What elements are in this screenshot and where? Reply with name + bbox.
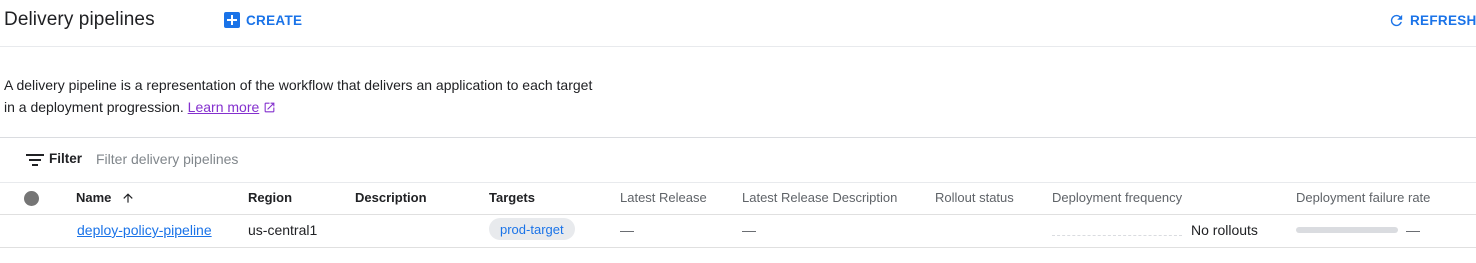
deployment-frequency-cell: No rollouts: [1191, 222, 1258, 238]
learn-more-link[interactable]: Learn more: [188, 99, 260, 115]
description-text: A delivery pipeline is a representation …: [4, 77, 593, 115]
create-button[interactable]: CREATE: [224, 9, 302, 31]
column-header-latest-release: Latest Release: [620, 190, 707, 205]
refresh-icon: [1388, 12, 1405, 29]
deployment-failure-rate-cell: —: [1406, 222, 1420, 238]
column-header-latest-release-description: Latest Release Description: [742, 190, 898, 205]
refresh-button-label: REFRESH: [1410, 12, 1476, 28]
create-button-label: CREATE: [246, 12, 303, 28]
column-header-deployment-frequency: Deployment frequency: [1052, 190, 1183, 205]
region-cell: us-central1: [248, 222, 318, 238]
header-divider: [0, 46, 1476, 47]
add-box-icon: [224, 12, 240, 28]
page-title: Delivery pipelines: [4, 9, 155, 30]
column-header-region[interactable]: Region: [248, 190, 292, 205]
pipeline-name-link[interactable]: deploy-policy-pipeline: [77, 222, 212, 238]
description-divider: [0, 137, 1476, 138]
page-description: A delivery pipeline is a representation …: [4, 74, 604, 120]
deployment-frequency-sparkline: [1052, 235, 1182, 236]
column-header-name[interactable]: Name: [76, 190, 111, 205]
table-header: Name Region Description Targets Latest R…: [0, 182, 1476, 215]
page-header: Delivery pipelines CREATE REFRESH: [0, 0, 1476, 44]
filter-label: Filter: [49, 151, 83, 166]
deployment-failure-rate-bar: [1296, 227, 1398, 233]
open-in-new-icon[interactable]: [263, 98, 276, 120]
delivery-pipelines-page: Delivery pipelines CREATE REFRESH A deli…: [0, 0, 1476, 263]
refresh-button[interactable]: REFRESH: [1388, 9, 1476, 31]
table-row: deploy-policy-pipeline us-central1 prod-…: [0, 214, 1476, 248]
latest-release-description-cell: —: [742, 222, 756, 238]
filter-bar: Filter: [0, 140, 1476, 182]
column-header-rollout-status: Rollout status: [935, 190, 1014, 205]
filter-input[interactable]: [92, 147, 600, 171]
pipeline-name-cell: deploy-policy-pipeline: [77, 222, 212, 238]
learn-more-label: Learn more: [187, 99, 260, 115]
arrow-upward-icon[interactable]: [121, 191, 135, 205]
column-header-description[interactable]: Description: [355, 190, 427, 205]
column-header-deployment-failure-rate: Deployment failure rate: [1296, 190, 1431, 205]
latest-release-cell: —: [620, 222, 634, 238]
filter-list-icon[interactable]: [26, 153, 44, 167]
status-dot-icon: [24, 191, 39, 206]
column-header-targets[interactable]: Targets: [489, 190, 535, 205]
target-chip[interactable]: prod-target: [489, 218, 575, 240]
